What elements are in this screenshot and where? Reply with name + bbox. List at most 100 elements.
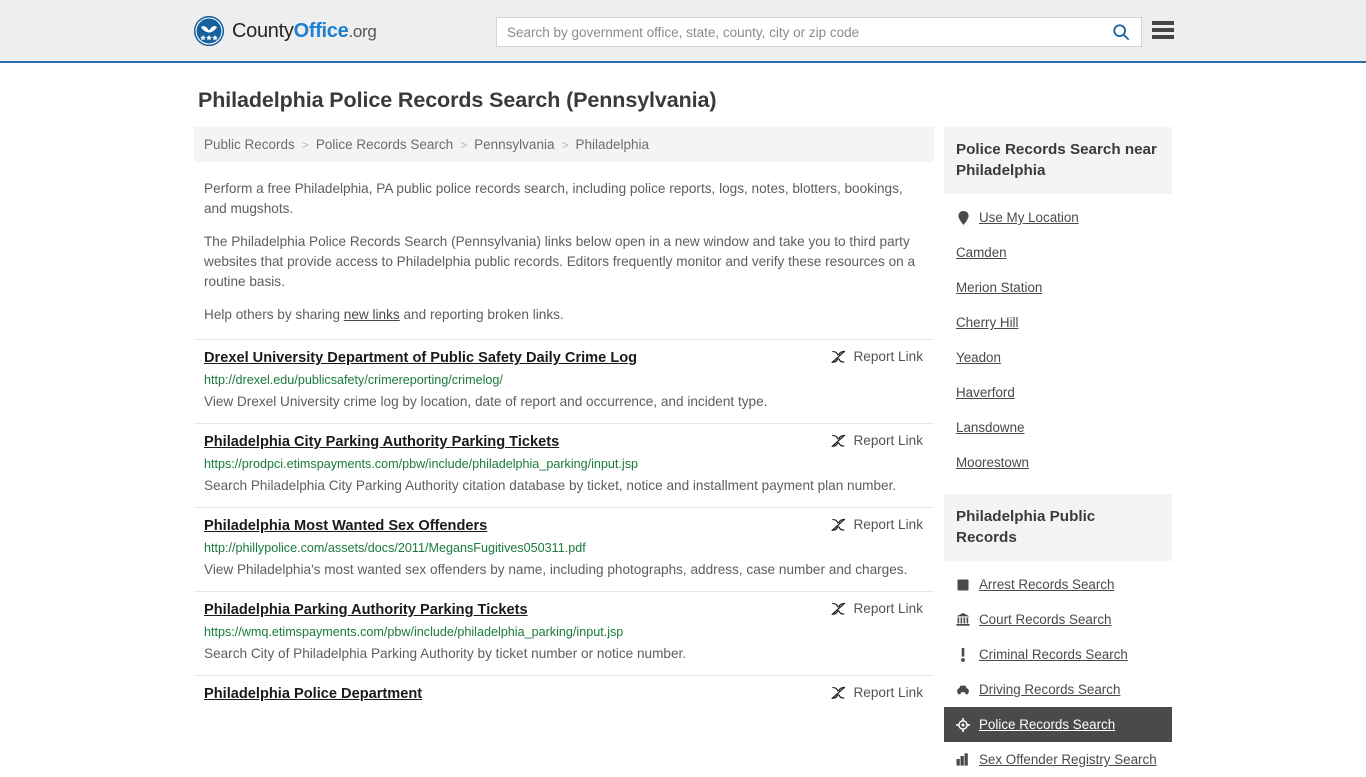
result-item: Philadelphia City Parking Authority Park… (194, 423, 934, 507)
sidebar-item-court-records-search[interactable]: Court Records Search (944, 602, 1172, 637)
search-input[interactable] (497, 18, 1101, 46)
unlink-icon (832, 518, 846, 531)
sidebar-item-criminal-records-search[interactable]: Criminal Records Search (944, 637, 1172, 672)
sidebar-item-label: Court Records Search (979, 612, 1112, 627)
intro-section: Perform a free Philadelphia, PA public p… (194, 179, 934, 325)
report-link-button[interactable]: Report Link (831, 601, 923, 616)
result-description: View Drexel University crime log by loca… (204, 394, 768, 409)
search-box (496, 17, 1142, 47)
sidebar-item-police-records-search[interactable]: Police Records Search (944, 707, 1172, 742)
report-link-label: Report Link (853, 433, 923, 448)
result-item: Philadelphia Parking Authority Parking T… (194, 591, 934, 675)
sidebar-item-camden[interactable]: Camden (944, 235, 1172, 270)
report-link-label: Report Link (853, 517, 923, 532)
breadcrumb-item-pennsylvania[interactable]: Pennsylvania (474, 137, 554, 152)
result-title-link[interactable]: Drexel University Department of Public S… (204, 348, 637, 368)
sidebar-item-label: Driving Records Search (979, 682, 1121, 697)
hamburger-bar-2 (1152, 28, 1174, 32)
report-link-button[interactable]: Report Link (831, 685, 923, 700)
result-url[interactable]: http://drexel.edu/publicsafety/crimerepo… (204, 371, 924, 389)
nearby-list: Use My Location Camden Merion Station Ch… (944, 194, 1172, 480)
list-item: Camden (944, 235, 1172, 270)
result-description: View Philadelphia's most wanted sex offe… (204, 562, 908, 577)
sidebar-item-label: Yeadon (956, 350, 1001, 365)
hamburger-bar-1 (1152, 21, 1174, 25)
result-title-link[interactable]: Philadelphia City Parking Authority Park… (204, 432, 559, 452)
sidebar-item-label: Sex Offender Registry Search (979, 752, 1157, 767)
intro-text-before: Help others by sharing (204, 307, 344, 322)
result-title-link[interactable]: Philadelphia Most Wanted Sex Offenders (204, 516, 487, 536)
sidebar-item-label: Arrest Records Search (979, 577, 1115, 592)
location-pin-icon (956, 210, 970, 225)
breadcrumb-separator: > (460, 137, 468, 152)
sidebar-item-label: Moorestown (956, 455, 1029, 470)
site-logo-text: CountyOffice.org (232, 21, 377, 41)
result-header: Philadelphia City Parking Authority Park… (204, 432, 924, 452)
list-item: Use My Location (944, 200, 1172, 235)
results-list: Drexel University Department of Public S… (194, 339, 934, 714)
breadcrumb: Public Records > Police Records Search >… (194, 127, 934, 162)
buildings-icon (956, 752, 970, 767)
sidebar-item-cherry-hill[interactable]: Cherry Hill (944, 305, 1172, 340)
result-title-link[interactable]: Philadelphia Parking Authority Parking T… (204, 600, 528, 620)
logo-word-office: Office (293, 20, 349, 42)
list-item: Merion Station (944, 270, 1172, 305)
header-inner: CountyOffice.org (0, 0, 1366, 61)
logo-word-tld: .org (348, 22, 377, 41)
search-icon (1113, 24, 1130, 41)
breadcrumb-item-philadelphia: Philadelphia (575, 137, 650, 152)
new-links-link[interactable]: new links (344, 307, 400, 322)
unlink-icon (832, 434, 846, 447)
sidebar-item-haverford[interactable]: Haverford (944, 375, 1172, 410)
list-item: Yeadon (944, 340, 1172, 375)
list-item: Haverford (944, 375, 1172, 410)
result-description: Search Philadelphia City Parking Authori… (204, 478, 897, 493)
sidebar-item-merion-station[interactable]: Merion Station (944, 270, 1172, 305)
report-link-button[interactable]: Report Link (831, 517, 923, 532)
breadcrumb-item-public-records[interactable]: Public Records (204, 137, 295, 152)
page-layout: Philadelphia Police Records Search (Penn… (0, 63, 1366, 777)
public-records-panel: Philadelphia Public Records Arrest Recor… (944, 494, 1172, 777)
sidebar-item-moorestown[interactable]: Moorestown (944, 445, 1172, 480)
sidebar-item-label: Criminal Records Search (979, 647, 1128, 662)
breadcrumb-item-police-records-search[interactable]: Police Records Search (316, 137, 453, 152)
result-url[interactable]: http://phillypolice.com/assets/docs/2011… (204, 539, 924, 557)
list-item: Cherry Hill (944, 305, 1172, 340)
list-item: Police Records Search (944, 707, 1172, 742)
report-link-button[interactable]: Report Link (831, 433, 923, 448)
result-url[interactable]: https://prodpci.etimspayments.com/pbw/in… (204, 455, 924, 473)
report-link-button[interactable]: Report Link (831, 349, 923, 364)
search-button[interactable] (1101, 18, 1141, 46)
fingerprint-square-icon (956, 577, 970, 592)
eagle-shield-logo-icon (194, 16, 224, 46)
result-header: Philadelphia Police Department Report Li… (204, 684, 924, 704)
sidebar-item-label: Camden (956, 245, 1007, 260)
result-description: Search City of Philadelphia Parking Auth… (204, 646, 687, 661)
hamburger-menu-icon[interactable] (1152, 21, 1174, 39)
public-records-panel-heading: Philadelphia Public Records (944, 494, 1172, 561)
sidebar-item-lansdowne[interactable]: Lansdowne (944, 410, 1172, 445)
sidebar-item-label: Haverford (956, 385, 1015, 400)
exclamation-icon (956, 647, 970, 662)
site-logo-link[interactable]: CountyOffice.org (194, 16, 377, 46)
sidebar-item-arrest-records-search[interactable]: Arrest Records Search (944, 567, 1172, 602)
sidebar-item-use-my-location[interactable]: Use My Location (944, 200, 1172, 235)
breadcrumb-separator: > (561, 137, 569, 152)
list-item: Arrest Records Search (944, 567, 1172, 602)
result-header: Philadelphia Parking Authority Parking T… (204, 600, 924, 620)
sidebar-item-driving-records-search[interactable]: Driving Records Search (944, 672, 1172, 707)
sidebar-item-label: Cherry Hill (956, 315, 1019, 330)
sidebar-item-yeadon[interactable]: Yeadon (944, 340, 1172, 375)
sidebar-item-sex-offender-registry-search[interactable]: Sex Offender Registry Search (944, 742, 1172, 777)
site-header: CountyOffice.org (0, 0, 1366, 63)
report-link-label: Report Link (853, 349, 923, 364)
result-title-link[interactable]: Philadelphia Police Department (204, 684, 422, 704)
intro-paragraph-3: Help others by sharing new links and rep… (204, 305, 924, 325)
result-url[interactable]: https://wmq.etimspayments.com/pbw/includ… (204, 623, 924, 641)
sidebar-item-label: Lansdowne (956, 420, 1025, 435)
list-item: Driving Records Search (944, 672, 1172, 707)
breadcrumb-separator: > (301, 137, 309, 152)
sidebar: Police Records Search near Philadelphia … (944, 127, 1172, 777)
sidebar-item-label: Use My Location (979, 210, 1079, 225)
